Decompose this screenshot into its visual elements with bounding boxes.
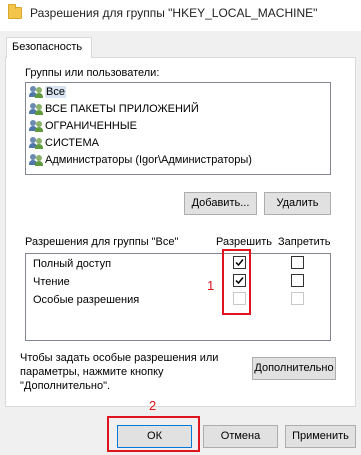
- list-item-label: ВСЕ ПАКЕТЫ ПРИЛОЖЕНИЙ: [45, 103, 199, 115]
- read-deny-checkbox[interactable]: [291, 274, 304, 287]
- list-item-label: ОГРАНИЧЕННЫЕ: [45, 120, 137, 132]
- advanced-hint-line2: параметры, нажмите кнопку: [20, 366, 164, 378]
- tab-security[interactable]: Безопасность: [6, 37, 92, 58]
- advanced-hint-line3: "Дополнительно".: [20, 380, 111, 392]
- annotation-highlight-ok: [107, 416, 200, 452]
- list-item-label: СИСТЕМА: [45, 137, 99, 149]
- list-item-label: Администраторы (Igor\Администраторы): [45, 154, 252, 166]
- list-item-label: Все: [45, 86, 66, 98]
- annotation-marker-2: 2: [149, 398, 157, 413]
- folder-icon: [8, 4, 22, 19]
- list-item-restricted[interactable]: ОГРАНИЧЕННЫЕ: [29, 118, 137, 134]
- add-button[interactable]: Добавить...: [184, 192, 257, 215]
- list-item-everyone[interactable]: Все: [29, 84, 66, 100]
- deny-column-header: Запретить: [278, 236, 331, 248]
- permission-special-label: Особые разрешения: [33, 294, 140, 306]
- remove-button[interactable]: Удалить: [264, 192, 331, 215]
- apply-button[interactable]: Применить: [285, 425, 356, 448]
- list-item-all-app-packages[interactable]: ВСЕ ПАКЕТЫ ПРИЛОЖЕНИЙ: [29, 101, 199, 117]
- allow-column-header: Разрешить: [216, 236, 272, 248]
- advanced-button[interactable]: Дополнительно: [252, 357, 336, 380]
- special-deny-checkbox: [291, 292, 304, 305]
- advanced-hint-line1: Чтобы задать особые разрешения или: [20, 352, 219, 364]
- title-bar: Разрешения для группы "HKEY_LOCAL_MACHIN…: [0, 0, 361, 31]
- groups-label: Группы или пользователи:: [25, 67, 160, 79]
- list-item-system[interactable]: СИСТЕМА: [29, 135, 99, 151]
- permission-full-control-label: Полный доступ: [33, 258, 112, 270]
- permissions-label: Разрешения для группы "Все": [25, 236, 179, 248]
- annotation-marker-1: 1: [207, 278, 215, 293]
- user-group-icon: [29, 86, 44, 98]
- list-item-administrators[interactable]: Администраторы (Igor\Администраторы): [29, 152, 252, 168]
- full-control-deny-checkbox[interactable]: [291, 256, 304, 269]
- user-group-icon: [29, 120, 44, 132]
- user-group-icon: [29, 137, 44, 149]
- user-group-icon: [29, 154, 44, 166]
- annotation-highlight-allow: [222, 249, 251, 315]
- user-group-icon: [29, 103, 44, 115]
- permission-read-label: Чтение: [33, 276, 70, 288]
- window-title: Разрешения для группы "HKEY_LOCAL_MACHIN…: [30, 6, 318, 20]
- groups-listbox[interactable]: Все ВСЕ ПАКЕТЫ ПРИЛОЖЕНИЙ ОГРАНИЧЕННЫЕ С…: [25, 82, 331, 175]
- cancel-button[interactable]: Отмена: [203, 425, 278, 448]
